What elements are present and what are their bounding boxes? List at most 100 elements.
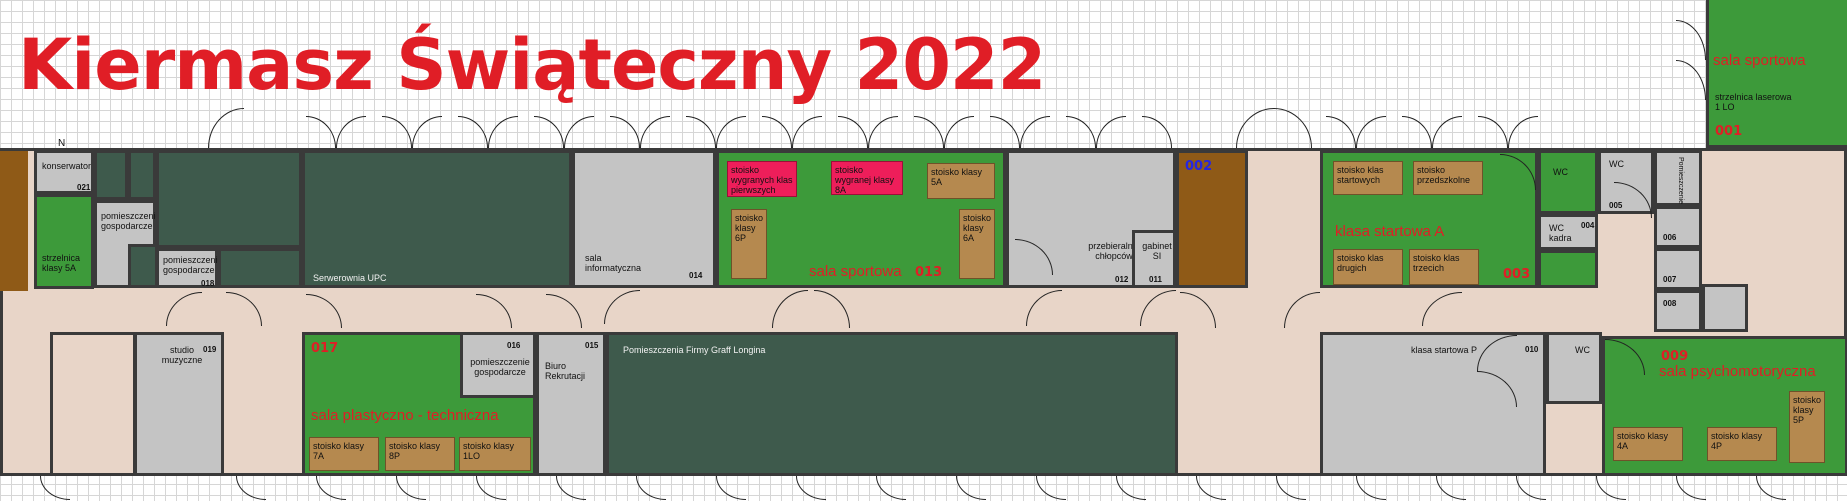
room-label: studio muzyczne bbox=[161, 345, 203, 365]
door-arc bbox=[1477, 335, 1517, 371]
door-arc bbox=[1508, 116, 1538, 148]
room-wc: WC bbox=[1538, 150, 1598, 214]
room-002: 002 bbox=[1176, 150, 1248, 288]
door-arc bbox=[1196, 476, 1226, 500]
door-arc bbox=[796, 476, 826, 500]
door-arc bbox=[716, 476, 746, 500]
room-label: sala plastyczno - techniczna bbox=[311, 407, 499, 424]
room-label: Serwerownia UPC bbox=[313, 273, 387, 283]
room-label: konserwator bbox=[42, 161, 92, 171]
door-arc bbox=[944, 116, 974, 148]
door-arc bbox=[686, 116, 716, 148]
door-arc bbox=[412, 116, 442, 148]
stand-klas-startowych[interactable]: stoisko klas startowych bbox=[1333, 161, 1403, 195]
door-arc bbox=[458, 116, 488, 148]
door-arc bbox=[1516, 476, 1546, 500]
stand-wygranej-klasy-8a[interactable]: stoisko wygranej klasy 8A bbox=[831, 161, 903, 195]
stand-klasy-4a[interactable]: stoisko klasy 4A bbox=[1613, 427, 1683, 461]
door-arc bbox=[1436, 476, 1466, 500]
room-number: 009 bbox=[1661, 349, 1689, 364]
stand-klas-drugich[interactable]: stoisko klas drugich bbox=[1333, 249, 1403, 285]
room-konserwator: konserwator 021 bbox=[34, 150, 94, 194]
door-arc bbox=[316, 476, 346, 500]
door-arc bbox=[1274, 108, 1312, 148]
room-label: strzelnica klasy 5A bbox=[42, 253, 81, 273]
door-arc bbox=[1432, 116, 1462, 148]
stand-przedszkolne[interactable]: stoisko przedszkolne bbox=[1413, 161, 1483, 195]
door-arc bbox=[716, 116, 746, 148]
door-arc bbox=[306, 116, 336, 148]
page-title: Kiermasz Świąteczny 2022 bbox=[18, 24, 1046, 106]
room-number: 021 bbox=[77, 183, 91, 192]
room-label: sala sportowa bbox=[1713, 52, 1806, 69]
door-arc bbox=[336, 116, 366, 148]
door-arc bbox=[564, 116, 594, 148]
room-biuro-rekrutacji: Biuro Rekrutacji 015 bbox=[536, 332, 606, 476]
door-arc bbox=[1066, 116, 1096, 148]
room-number: 017 bbox=[311, 341, 339, 356]
stand-klasy-4p[interactable]: stoisko klasy 4P bbox=[1707, 427, 1777, 461]
door-arc bbox=[914, 116, 944, 148]
room-wc-bottom: WC bbox=[1546, 332, 1602, 404]
room-number: 018 bbox=[201, 279, 215, 288]
stand-klasy-6a[interactable]: stoisko klasy 6A bbox=[959, 209, 995, 279]
door-arc bbox=[1036, 476, 1066, 500]
room-wc-kadra: WC kadra 004 bbox=[1538, 214, 1598, 250]
room-label: WC bbox=[1609, 159, 1624, 169]
room-number: 006 bbox=[1663, 233, 1677, 242]
room-pomieszczenie-gospodarcze-016: pomieszczenie gospodarcze 016 bbox=[460, 332, 536, 398]
room-number: 013 bbox=[915, 265, 943, 280]
room-label: klasa startowa P bbox=[1411, 345, 1478, 355]
room-pomieszczenie-gospodarcze-018: pomieszczenie gospodarcze 018 bbox=[156, 248, 223, 288]
room-label: pomieszczenie gospodarcze bbox=[163, 255, 223, 275]
door-arc bbox=[1020, 116, 1050, 148]
door-arc bbox=[1096, 116, 1126, 148]
stand-klasy-5a[interactable]: stoisko klasy 5A bbox=[927, 163, 995, 199]
stand-klasy-1lo[interactable]: stoisko klasy 1LO bbox=[459, 437, 531, 471]
room-dark-small bbox=[128, 150, 156, 200]
door-arc bbox=[1356, 116, 1386, 148]
room-klasa-startowa-p: klasa startowa P 010 bbox=[1320, 332, 1546, 476]
room-sala-sportowa-001: sala sportowa strzelnica laserowa 1 LO 0… bbox=[1706, 0, 1847, 148]
door-arc bbox=[1402, 116, 1432, 148]
door-arc bbox=[640, 116, 670, 148]
door-arc bbox=[534, 116, 564, 148]
door-arc bbox=[488, 116, 518, 148]
room-number: 008 bbox=[1663, 299, 1677, 308]
door-arc bbox=[1605, 339, 1645, 375]
room-number: 019 bbox=[203, 345, 217, 354]
door-arc bbox=[956, 476, 986, 500]
door-arc bbox=[396, 476, 426, 500]
stand-klasy-6p[interactable]: stoisko klasy 6P bbox=[731, 209, 767, 279]
door-arc bbox=[40, 476, 70, 500]
door-arc bbox=[610, 116, 640, 148]
door-arc bbox=[1676, 60, 1706, 100]
door-arc bbox=[1477, 371, 1517, 407]
stand-klas-trzecich[interactable]: stoisko klas trzecich bbox=[1409, 249, 1479, 285]
stand-klasy-7a[interactable]: stoisko klasy 7A bbox=[309, 437, 379, 471]
door-arc bbox=[1236, 108, 1274, 148]
door-arc bbox=[868, 116, 898, 148]
room-008: 008 bbox=[1654, 290, 1702, 332]
door-arc bbox=[1276, 476, 1306, 500]
stand-wygranych-klas-pierwszych[interactable]: stoisko wygranych klas pierwszych bbox=[727, 161, 797, 197]
room-label: gabinet SI bbox=[1142, 241, 1172, 261]
room-gabinet-si: gabinet SI 011 bbox=[1132, 230, 1176, 288]
room-number: 001 bbox=[1715, 124, 1743, 139]
room-dark-small bbox=[94, 150, 128, 200]
room-pomieszczenia-firmy-graff: Pomieszczenia Firmy Graff Longina bbox=[606, 332, 1178, 476]
brown-area-left bbox=[0, 151, 28, 291]
room-strzelnica-5a: strzelnica klasy 5A bbox=[34, 194, 94, 289]
room-007: 007 bbox=[1654, 248, 1702, 290]
room-green-small bbox=[1538, 250, 1598, 288]
stand-klasy-8p[interactable]: stoisko klasy 8P bbox=[385, 437, 455, 471]
room-label: pomieszczenie gospodarcze bbox=[470, 357, 530, 377]
room-pomieszczenie-gospodarcze-right: Pomieszczenie gospodarcze bbox=[1654, 150, 1702, 246]
stand-klasy-5p[interactable]: stoisko klasy 5P bbox=[1789, 391, 1825, 463]
door-arc bbox=[556, 476, 586, 500]
room-number: 002 bbox=[1185, 159, 1213, 174]
room-number: 015 bbox=[585, 341, 599, 350]
door-arc bbox=[1142, 116, 1172, 148]
room-label: Biuro Rekrutacji bbox=[545, 361, 586, 381]
corridor-segment bbox=[50, 332, 136, 476]
